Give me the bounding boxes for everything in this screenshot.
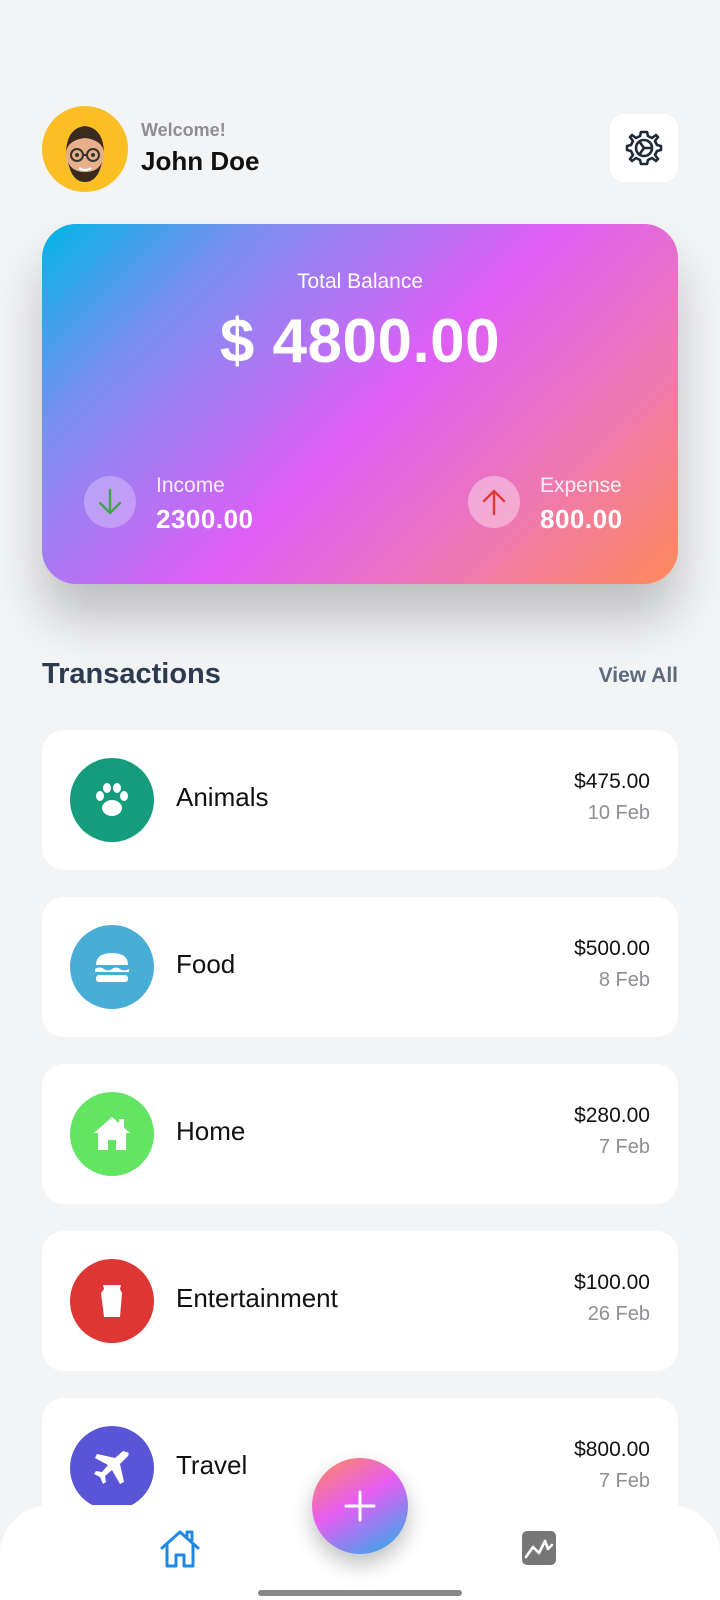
transactions-title: Transactions	[42, 658, 221, 690]
avatar[interactable]	[42, 106, 128, 192]
house-icon	[70, 1092, 154, 1176]
balance-card: Total Balance $ 4800.00 Income 2300.00 E…	[42, 224, 678, 584]
burger-icon	[70, 925, 154, 1009]
transaction-name: Entertainment	[176, 1283, 338, 1313]
transaction-date: 26 Feb	[587, 1303, 650, 1325]
transaction-item-entertainment[interactable]: Entertainment $100.00 26 Feb	[42, 1231, 678, 1371]
paw-icon	[70, 758, 154, 842]
transaction-name: Animals	[176, 782, 269, 812]
avatar-memoji-icon	[66, 126, 104, 182]
transactions-header: Transactions View All	[42, 658, 678, 694]
arrow-up-icon	[468, 476, 520, 528]
home-icon[interactable]	[158, 1527, 202, 1571]
transaction-date: 7 Feb	[598, 1470, 650, 1492]
transaction-item-animals[interactable]: Animals $475.00 10 Feb	[42, 730, 678, 870]
transaction-date: 10 Feb	[587, 802, 650, 824]
transaction-name: Food	[176, 949, 236, 979]
plus-icon	[344, 1490, 376, 1522]
transaction-amount: $800.00	[574, 1438, 650, 1461]
transaction-date: 8 Feb	[598, 969, 650, 991]
expense-value: 800.00	[540, 504, 623, 534]
income-value: 2300.00	[156, 504, 254, 534]
expense-label: Expense	[540, 474, 622, 497]
transaction-amount: $280.00	[574, 1104, 650, 1127]
user-name: John Doe	[141, 146, 260, 176]
add-transaction-button[interactable]	[312, 1458, 408, 1554]
header: Welcome! John Doe	[42, 106, 678, 192]
home-indicator	[258, 1590, 462, 1596]
transaction-item-food[interactable]: Food $500.00 8 Feb	[42, 897, 678, 1037]
gear-icon	[625, 130, 663, 166]
transaction-amount: $100.00	[574, 1271, 650, 1294]
income-label: Income	[156, 474, 225, 497]
arrow-down-icon	[84, 476, 136, 528]
airplane-icon	[70, 1426, 154, 1510]
transaction-amount: $475.00	[574, 770, 650, 793]
welcome-text: Welcome!	[141, 120, 226, 140]
transaction-name: Travel	[176, 1450, 248, 1480]
total-balance-amount: $ 4800.00	[219, 307, 501, 376]
transaction-name: Home	[176, 1116, 246, 1146]
chart-icon[interactable]	[520, 1529, 558, 1567]
transaction-item-home[interactable]: Home $280.00 7 Feb	[42, 1064, 678, 1204]
transaction-amount: $500.00	[574, 937, 650, 960]
settings-button[interactable]	[610, 114, 678, 182]
view-all-link[interactable]: View All	[599, 664, 678, 688]
ticket-icon	[70, 1259, 154, 1343]
transaction-date: 7 Feb	[598, 1136, 650, 1158]
total-balance-label: Total Balance	[296, 270, 424, 293]
